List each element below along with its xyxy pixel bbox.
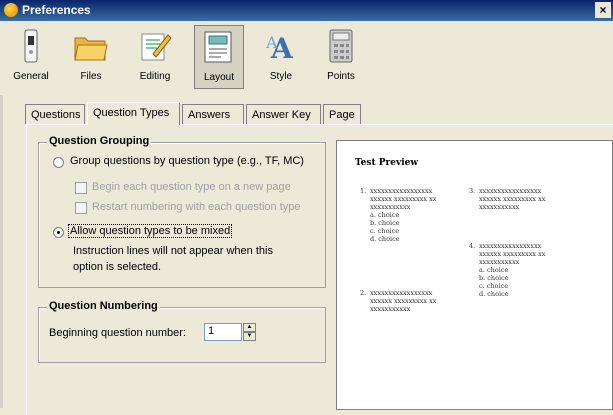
preview-question-2: 2. xxxxxxxxxxxxxxxxx xxxxxx xxxxxxxxx xx…	[360, 289, 437, 313]
window-titlebar: Preferences ×	[0, 0, 613, 21]
tab-answer-key[interactable]: Answer Key	[246, 104, 321, 124]
spin-down-icon[interactable]: ▼	[243, 332, 256, 341]
switch-icon	[24, 29, 38, 63]
new-page-checkbox[interactable]	[75, 182, 87, 194]
folder-icon	[74, 37, 108, 61]
mixed-note-line2: option is selected.	[73, 261, 162, 273]
close-button[interactable]: ×	[595, 2, 611, 18]
preview-question-3: 3. xxxxxxxxxxxxxxxxx xxxxxx xxxxxxxxx xx…	[469, 187, 546, 211]
mixed-types-radio[interactable]	[53, 227, 64, 238]
test-preview-pane: Test Preview 1. xxxxxxxxxxxxxxxxx xxxxxx…	[336, 140, 613, 410]
tab-answers[interactable]: Answers	[182, 104, 244, 124]
svg-text:A: A	[265, 33, 278, 52]
beginning-number-input[interactable]: 1	[204, 323, 242, 341]
toolbar-style-button[interactable]: A A Style	[256, 25, 306, 89]
toolbar-points-button[interactable]: Points	[316, 25, 366, 89]
mixed-types-label[interactable]: Allow question types to be mixed	[68, 224, 233, 238]
tab-page[interactable]: Page	[323, 104, 361, 124]
toolbar-general-button[interactable]: General	[6, 25, 56, 89]
preferences-toolbar: General Files Editing Layout A A Style P…	[0, 21, 613, 95]
app-icon	[4, 3, 18, 17]
layout-icon	[204, 31, 232, 63]
spin-up-icon[interactable]: ▲	[243, 323, 256, 332]
window-title: Preferences	[22, 3, 91, 17]
new-page-label: Begin each question type on a new page	[92, 181, 291, 193]
toolbar-layout-button[interactable]: Layout	[194, 25, 244, 89]
tab-questions[interactable]: Questions	[25, 104, 85, 124]
mixed-types-label-text: Allow question types to be mixed	[68, 224, 233, 238]
preview-question-4: 4. xxxxxxxxxxxxxxxxx xxxxxx xxxxxxxxx xx…	[469, 242, 546, 298]
beginning-number-label: Beginning question number:	[49, 327, 186, 339]
group-by-type-label[interactable]: Group questions by question type (e.g., …	[70, 155, 304, 167]
tab-question-types[interactable]: Question Types	[87, 102, 180, 125]
font-style-icon: A A	[265, 32, 294, 64]
group-by-type-radio[interactable]	[53, 157, 64, 168]
restart-numbering-checkbox[interactable]	[75, 202, 87, 214]
restart-numbering-label: Restart numbering with each question typ…	[92, 201, 301, 213]
preview-title: Test Preview	[355, 158, 419, 168]
preview-question-1: 1. xxxxxxxxxxxxxxxxx xxxxxx xxxxxxxxx xx…	[360, 187, 437, 243]
mixed-note-line1: Instruction lines will not appear when t…	[73, 245, 273, 257]
pencil-icon	[141, 33, 172, 61]
question-numbering-legend: Question Numbering	[47, 300, 160, 312]
question-grouping-legend: Question Grouping	[47, 135, 152, 147]
calculator-icon	[329, 29, 353, 63]
beginning-number-spinner[interactable]: ▲ ▼	[243, 323, 256, 341]
toolbar-files-button[interactable]: Files	[66, 25, 116, 89]
toolbar-editing-button[interactable]: Editing	[130, 25, 180, 89]
